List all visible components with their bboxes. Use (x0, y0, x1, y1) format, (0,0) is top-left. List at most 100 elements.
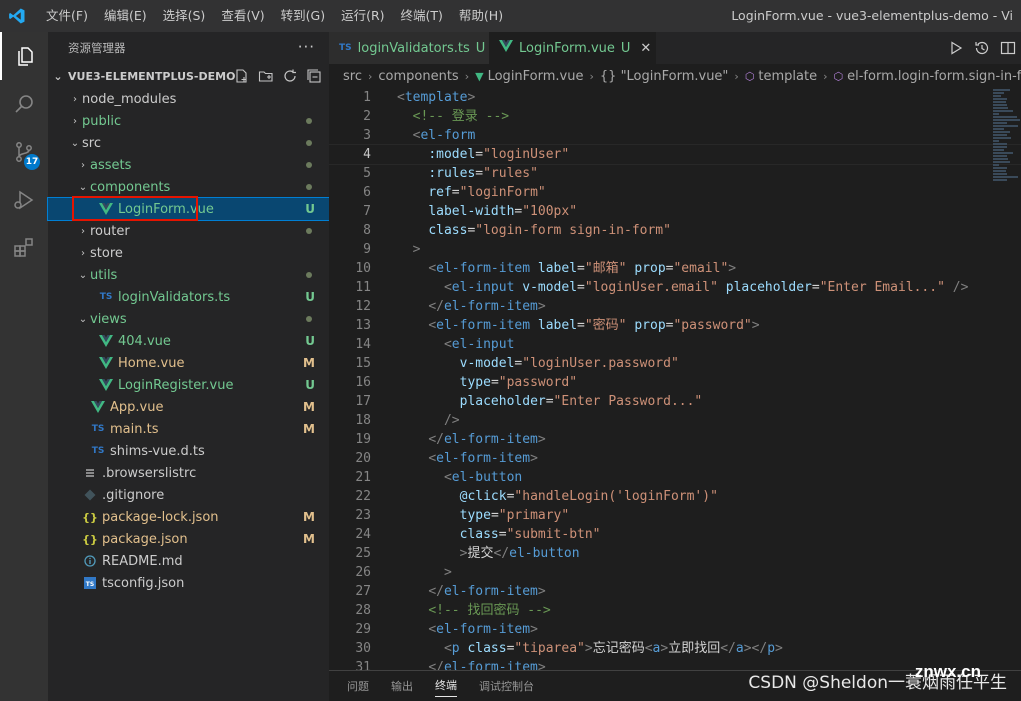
search-icon[interactable] (0, 80, 48, 128)
tree-item[interactable]: README.md (48, 550, 329, 572)
tree-item[interactable]: TS shims-vue.d.ts (48, 440, 329, 462)
code-token: = (490, 508, 499, 523)
vue-file-icon (98, 377, 114, 393)
tree-item[interactable]: › node_modules (48, 88, 329, 110)
menu-item[interactable]: 帮助(H) (451, 0, 511, 32)
menu-item[interactable]: 文件(F) (38, 0, 96, 32)
menu-item[interactable]: 编辑(E) (96, 0, 155, 32)
breadcrumb-item[interactable]: template (758, 69, 817, 84)
code-line: 20 <el-form-item> (329, 449, 1021, 468)
tree-item[interactable]: › assets (48, 154, 329, 176)
refresh-icon[interactable] (281, 67, 299, 85)
tree-item-label: main.ts (110, 421, 159, 437)
breadcrumb-item[interactable]: components (378, 69, 458, 84)
tree-item[interactable]: App.vue M (48, 396, 329, 418)
minimap-line (993, 119, 1020, 121)
code-token: el-input (451, 337, 515, 352)
tree-item[interactable]: Home.vue M (48, 352, 329, 374)
tree-item-label: LoginRegister.vue (118, 377, 234, 393)
breadcrumb-item[interactable]: {} "LoginForm.vue" (600, 69, 729, 84)
code-token: < (644, 641, 653, 656)
code-token: "password" (498, 375, 578, 390)
minimap[interactable] (993, 88, 1021, 228)
panel-tab[interactable]: 终端 (435, 675, 457, 697)
new-folder-icon[interactable] (257, 67, 275, 85)
code-text: <el-form-item> (371, 620, 538, 639)
tab-loginvalidators[interactable]: TS loginValidators.ts U (329, 32, 489, 64)
tree-item[interactable]: {} package-lock.json M (48, 506, 329, 528)
tree-item[interactable]: › store (48, 242, 329, 264)
tree-item-label: App.vue (110, 399, 164, 415)
tree-item[interactable]: TS tsconfig.json (48, 572, 329, 594)
menu-item[interactable]: 转到(G) (273, 0, 333, 32)
code-token: el-form-item (436, 451, 531, 466)
tree-item[interactable]: {} package.json M (48, 528, 329, 550)
explorer-files-icon[interactable] (0, 32, 48, 80)
tree-item-label: package.json (102, 531, 188, 547)
project-name: VUE3-ELEMENTPLUS-DEMO (68, 69, 236, 83)
breadcrumb: src › components › ▼ LoginForm.vue › {} "LoginF… (329, 64, 1021, 88)
tree-item[interactable]: ⌄ components (48, 176, 329, 198)
git-status-badge: M (303, 400, 315, 414)
breadcrumb-item[interactable]: LoginForm.vue (488, 69, 584, 84)
tree-item[interactable]: .gitignore (48, 484, 329, 506)
code-token: </ (428, 299, 444, 314)
tree-item[interactable]: LoginRegister.vue U (48, 374, 329, 396)
tree-item[interactable]: ⌄ src (48, 132, 329, 154)
code-line: 26 > (329, 563, 1021, 582)
tree-item[interactable]: ⌄ utils (48, 264, 329, 286)
code-text: placeholder="Enter Password..." (371, 392, 703, 411)
more-actions-icon[interactable]: ··· (298, 38, 315, 56)
tree-item[interactable]: 404.vue U (48, 330, 329, 352)
new-file-icon[interactable] (233, 67, 251, 85)
minimap-line (993, 134, 1007, 136)
menu-item[interactable]: 选择(S) (155, 0, 214, 32)
code-text: <el-input (371, 335, 514, 354)
explorer-title: 资源管理器 (68, 41, 126, 55)
title-bar: 文件(F) 编辑(E) 选择(S) 查看(V) 转到(G) 运行(R) 终端(T) 帮助(H)… (0, 0, 1021, 32)
collapse-all-icon[interactable] (305, 67, 323, 85)
panel-tab[interactable]: 输出 (391, 671, 413, 701)
minimap-line (993, 137, 1012, 139)
tree-item-label: router (90, 223, 130, 239)
tree-item[interactable]: TS main.ts M (48, 418, 329, 440)
panel-tab[interactable]: 问题 (347, 671, 369, 701)
code-token: class (459, 527, 499, 542)
tree-item[interactable]: ⌄ views (48, 308, 329, 330)
source-control-icon[interactable]: 17 (0, 128, 48, 176)
tree-item[interactable]: LoginForm.vue U (47, 196, 330, 221)
project-root[interactable]: ⌄ VUE3-ELEMENTPLUS-DEMO (48, 64, 329, 88)
run-icon[interactable] (947, 39, 965, 57)
tree-item[interactable]: › public (48, 110, 329, 132)
git-status-badge: M (303, 510, 315, 524)
code-token: "password" (673, 318, 752, 333)
menu-item[interactable]: 运行(R) (333, 0, 392, 32)
tree-item-label: loginValidators.ts (118, 289, 231, 305)
close-icon[interactable]: ✕ (640, 41, 651, 56)
code-editor[interactable]: 1 <template> 2 <!-- 登录 --> 3 <el-form 4 :mod… (329, 88, 1021, 670)
menu-item[interactable]: 终端(T) (393, 0, 451, 32)
tree-item[interactable]: › router (48, 220, 329, 242)
extensions-icon[interactable] (0, 224, 48, 272)
tab-loginform[interactable]: LoginForm.vue U ✕ (489, 32, 656, 64)
code-token: = (811, 280, 820, 295)
line-number: 3 (363, 128, 371, 143)
tree-item-label: views (90, 311, 127, 327)
breadcrumb-item[interactable]: src (343, 69, 362, 84)
line-number: 6 (363, 185, 371, 200)
run-debug-icon[interactable] (0, 176, 48, 224)
breadcrumb-item[interactable]: el-form.login-form.sign-in-form (847, 69, 1021, 84)
timeline-history-icon[interactable] (973, 39, 991, 57)
menu-item[interactable]: 查看(V) (213, 0, 272, 32)
panel-tab[interactable]: 调试控制台 (479, 671, 534, 701)
split-editor-icon[interactable] (999, 39, 1017, 57)
tree-item[interactable]: .browserslistrc (48, 462, 329, 484)
tree-item[interactable]: TS loginValidators.ts U (48, 286, 329, 308)
